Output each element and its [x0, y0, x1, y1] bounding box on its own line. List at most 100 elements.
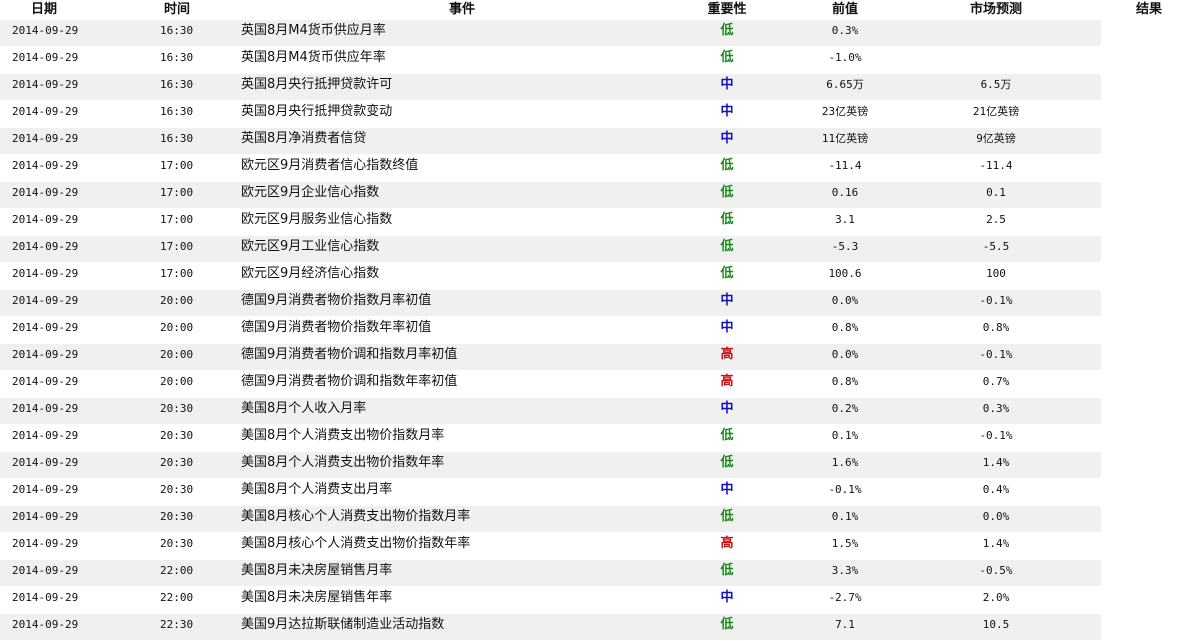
row-event: 德国9月消费者物价调和指数月率初值 [241, 347, 458, 362]
row-forecast: -11.4 [979, 159, 1013, 172]
row-time: 16:30 [160, 105, 194, 118]
row-date: 2014-09-29 [12, 348, 79, 361]
row-previous: 0.0% [831, 348, 859, 361]
row-forecast: 1.4% [982, 456, 1010, 469]
row-importance: 高 [720, 347, 734, 362]
row-previous: 0.1% [831, 510, 859, 523]
row-importance: 高 [720, 536, 734, 551]
table-row[interactable]: 2014-09-29 17:00 欧元区9月消费者信心指数终值 低 -11.4 -11.4 [0, 155, 1101, 182]
row-date: 2014-09-29 [12, 537, 79, 550]
row-date: 2014-09-29 [12, 24, 79, 37]
row-forecast: 0.8% [982, 321, 1010, 334]
row-importance: 中 [720, 131, 734, 146]
table-row[interactable]: 2014-09-29 16:30 英国8月央行抵押贷款变动 中 23亿英镑 21亿英镑 [0, 101, 1101, 128]
row-importance: 低 [720, 617, 734, 632]
row-event: 英国8月M4货币供应月率 [241, 23, 386, 38]
row-event: 英国8月央行抵押贷款变动 [241, 104, 393, 119]
table-row[interactable]: 2014-09-29 17:00 欧元区9月经济信心指数 低 100.6 100 [0, 263, 1101, 290]
table-row[interactable]: 2014-09-29 20:00 德国9月消费者物价调和指数年率初值 高 0.8% 0.7… [0, 371, 1101, 398]
table-row[interactable]: 2014-09-29 20:00 德国9月消费者物价调和指数月率初值 高 0.0% -0.… [0, 344, 1101, 371]
row-previous: 23亿英镑 [821, 105, 869, 118]
row-date: 2014-09-29 [12, 159, 79, 172]
row-importance: 低 [720, 212, 734, 227]
row-date: 2014-09-29 [12, 510, 79, 523]
row-previous: 0.1% [831, 429, 859, 442]
row-event: 欧元区9月消费者信心指数终值 [241, 158, 419, 173]
row-date: 2014-09-29 [12, 429, 79, 442]
table-row[interactable]: 2014-09-29 16:30 英国8月M4货币供应月率 低 0.3% [0, 20, 1101, 47]
column-header-time[interactable]: 时间 [164, 2, 190, 18]
row-time: 16:30 [160, 78, 194, 91]
row-event: 美国8月个人消费支出物价指数年率 [241, 455, 445, 470]
table-row[interactable]: 2014-09-29 20:30 美国8月个人收入月率 中 0.2% 0.3% [0, 398, 1101, 425]
row-event: 美国9月达拉斯联储制造业活动指数 [241, 617, 445, 632]
row-previous: 11亿英镑 [821, 132, 869, 145]
column-header-event[interactable]: 事件 [449, 2, 475, 18]
table-row[interactable]: 2014-09-29 16:30 英国8月净消费者信贷 中 11亿英镑 9亿英镑 [0, 128, 1101, 155]
row-forecast: -0.1% [979, 294, 1013, 307]
row-event: 欧元区9月服务业信心指数 [241, 212, 393, 227]
row-importance: 低 [720, 509, 734, 524]
column-header-forecast[interactable]: 市场预测 [970, 2, 1022, 18]
event-table-body: 2014-09-29 16:30 英国8月M4货币供应月率低 0.3% 2014-09-… [0, 20, 1101, 641]
row-previous: 0.8% [831, 321, 859, 334]
table-row[interactable]: 2014-09-29 17:00 欧元区9月服务业信心指数 低 3.1 2.5 [0, 209, 1101, 236]
row-forecast: 9亿英镑 [976, 132, 1016, 145]
row-time: 17:00 [160, 186, 194, 199]
row-date: 2014-09-29 [12, 618, 79, 631]
column-header-previous[interactable]: 前值 [832, 2, 858, 18]
row-date: 2014-09-29 [12, 564, 79, 577]
row-forecast: 0.7% [982, 375, 1010, 388]
row-importance: 低 [720, 50, 734, 65]
row-previous: 0.3% [831, 24, 859, 37]
row-event: 欧元区9月企业信心指数 [241, 185, 380, 200]
row-importance: 中 [720, 590, 734, 605]
row-forecast: 1.4% [982, 537, 1010, 550]
row-event: 美国8月个人消费支出物价指数月率 [241, 428, 445, 443]
table-row[interactable]: 2014-09-29 20:00 德国9月消费者物价指数年率初值 中 0.8% 0.8% [0, 317, 1101, 344]
row-forecast: -0.1% [979, 348, 1013, 361]
table-row[interactable]: 2014-09-29 20:30 美国8月核心个人消费支出物价指数月率 低 0.1% 0.… [0, 506, 1101, 533]
table-row[interactable]: 2014-09-29 17:00 欧元区9月企业信心指数 低 0.16 0.1 [0, 182, 1101, 209]
row-time: 20:00 [160, 375, 194, 388]
row-event: 英国8月M4货币供应年率 [241, 50, 386, 65]
row-importance: 中 [720, 401, 734, 416]
table-row[interactable]: 2014-09-29 16:30 英国8月M4货币供应年率 低 -1.0% [0, 47, 1101, 74]
column-header-result[interactable]: 结果 [1136, 2, 1162, 18]
table-row[interactable]: 2014-09-29 16:30 英国8月央行抵押贷款许可 中 6.65万 6.5万 [0, 74, 1101, 101]
table-row[interactable]: 2014-09-29 17:00 欧元区9月工业信心指数 低 -5.3 -5.5 [0, 236, 1101, 263]
table-row[interactable]: 2014-09-29 20:30 美国8月个人消费支出月率 中 -0.1% 0.4% [0, 479, 1101, 506]
row-forecast: 0.1 [986, 186, 1006, 199]
row-previous: 0.0% [831, 294, 859, 307]
row-forecast: -0.5% [979, 564, 1013, 577]
table-row[interactable]: 2014-09-29 22:00 美国8月未决房屋销售月率 低 3.3% -0.5% [0, 560, 1101, 587]
row-previous: -1.0% [828, 51, 862, 64]
row-previous: -2.7% [828, 591, 862, 604]
row-previous: 0.2% [831, 402, 859, 415]
row-date: 2014-09-29 [12, 186, 79, 199]
row-previous: 7.1 [835, 618, 855, 631]
row-date: 2014-09-29 [12, 294, 79, 307]
row-importance: 低 [720, 239, 734, 254]
row-date: 2014-09-29 [12, 267, 79, 280]
row-forecast: 2.0% [982, 591, 1010, 604]
row-importance: 中 [720, 77, 734, 92]
row-event: 英国8月净消费者信贷 [241, 131, 367, 146]
row-date: 2014-09-29 [12, 132, 79, 145]
table-row[interactable]: 2014-09-29 20:00 德国9月消费者物价指数月率初值 中 0.0% -0.1% [0, 290, 1101, 317]
row-previous: 3.1 [835, 213, 855, 226]
table-row[interactable]: 2014-09-29 20:30 美国8月核心个人消费支出物价指数年率 高 1.5% 1.… [0, 533, 1101, 560]
column-header-importance[interactable]: 重要性 [707, 2, 746, 18]
table-row[interactable]: 2014-09-29 20:30 美国8月个人消费支出物价指数年率 低 1.6% 1.4% [0, 452, 1101, 479]
row-event: 欧元区9月经济信心指数 [241, 266, 380, 281]
column-header-date[interactable]: 日期 [31, 2, 57, 18]
row-date: 2014-09-29 [12, 321, 79, 334]
row-time: 20:30 [160, 402, 194, 415]
table-row[interactable]: 2014-09-29 20:30 美国8月个人消费支出物价指数月率 低 0.1% -0.1… [0, 425, 1101, 452]
row-importance: 高 [720, 374, 734, 389]
row-date: 2014-09-29 [12, 240, 79, 253]
row-time: 17:00 [160, 159, 194, 172]
table-row[interactable]: 2014-09-29 22:30 美国9月达拉斯联储制造业活动指数 低 7.1 10.5 [0, 614, 1101, 641]
row-date: 2014-09-29 [12, 402, 79, 415]
table-row[interactable]: 2014-09-29 22:00 美国8月未决房屋销售年率 中 -2.7% 2.0% [0, 587, 1101, 614]
